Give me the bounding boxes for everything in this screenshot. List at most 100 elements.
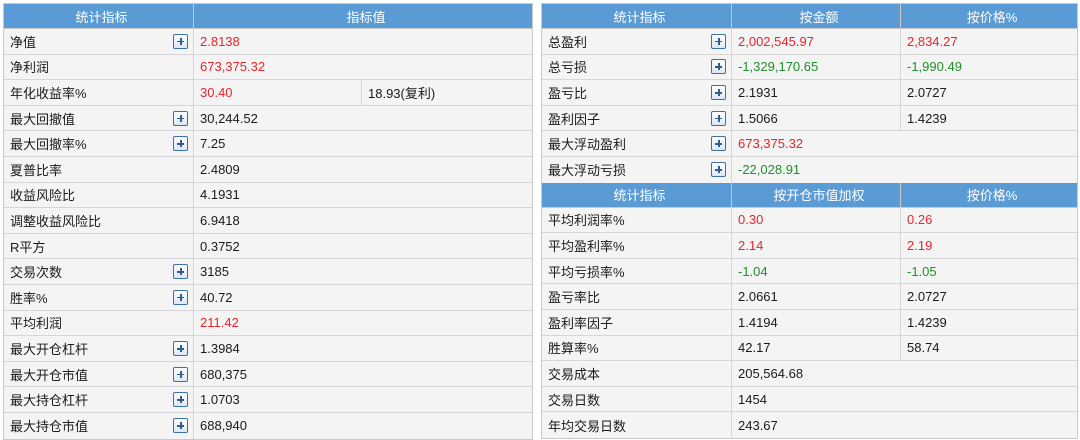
metric-label-cell: 最大开仓杠杆 (4, 336, 194, 361)
column-header-value: 指标值 (346, 9, 386, 25)
metric-label-cell: 盈利因子 (542, 105, 732, 131)
metric-label: 交易成本 (548, 366, 601, 382)
metric-label: 最大浮动亏损 (548, 163, 627, 179)
expand-plus-icon[interactable] (711, 59, 726, 75)
profit-loss-stats-table: 统计指标 按金额 按价格% 总盈利 2,002,545.97 2,834.27 总亏损… (541, 3, 1078, 439)
metric-value: 30,244.52 (200, 110, 258, 126)
metric-label: 盈利率因子 (548, 315, 614, 331)
metric-value: 6.9418 (200, 212, 240, 228)
table-row: 总亏损 -1,329,170.65 -1,990.49 (542, 54, 1077, 81)
expand-plus-icon[interactable] (173, 392, 188, 408)
metric-label-cell: 净利润 (4, 54, 194, 80)
table-row: 最大浮动亏损 -22,028.91 (542, 156, 1077, 183)
metric-value: 1.4239 (907, 110, 947, 126)
table-row: 最大持仓杠杆 1.0703 (4, 387, 532, 413)
table-row: 平均盈利率% 2.14 2.19 (542, 233, 1077, 259)
metric-value: -1,329,170.65 (732, 54, 901, 80)
table-row: 夏普比率 2.4809 (4, 156, 532, 183)
metric-value: 2.14 (732, 233, 901, 258)
metric-label-cell: 调整收益风险比 (4, 208, 194, 233)
expand-plus-icon[interactable] (173, 340, 188, 356)
expand-plus-icon[interactable] (173, 110, 188, 126)
column-header-weighted: 按开仓市值加权 (732, 182, 901, 207)
metric-label-cell: 总盈利 (542, 29, 732, 54)
table-row: 盈亏比 2.1931 2.0727 (542, 80, 1077, 106)
expand-plus-icon[interactable] (711, 162, 726, 178)
metric-value: 1454 (738, 391, 767, 407)
metric-value: 40.72 (200, 289, 233, 305)
metric-label: 年化收益率% (10, 85, 87, 101)
expand-plus-icon[interactable] (173, 289, 188, 305)
metric-value: -1.05 (907, 263, 937, 279)
metric-label: 平均亏损率% (548, 264, 625, 280)
expand-plus-icon[interactable] (711, 110, 726, 126)
expand-plus-icon[interactable] (711, 136, 726, 152)
metric-label: 胜率% (10, 290, 48, 306)
metric-value: -1.04 (732, 258, 901, 284)
metric-label: 净利润 (10, 60, 50, 76)
metric-value: 0.3752 (200, 238, 240, 254)
metric-label: 总亏损 (548, 60, 588, 76)
metric-label-cell: 胜算率% (542, 335, 732, 361)
column-header-by-price: 按价格% (966, 188, 1018, 204)
column-header-metric: 统计指标 (4, 4, 194, 28)
metric-label-cell: 收益风险比 (4, 182, 194, 208)
table-row: 净利润 673,375.32 (4, 54, 532, 81)
metric-value: 688,940 (200, 418, 247, 434)
metric-value: -1,990.49 (907, 59, 962, 75)
metric-value: 3185 (200, 264, 229, 280)
expand-plus-icon[interactable] (711, 33, 726, 49)
metric-value: 30.40 (194, 80, 362, 105)
metric-label-cell: 最大浮动盈利 (542, 131, 732, 156)
metric-value: 2.8138 (200, 33, 240, 49)
metric-label: 最大持仓市值 (10, 419, 89, 435)
metric-label-cell: 盈亏比 (542, 80, 732, 105)
metric-label: 最大回撤值 (10, 111, 76, 127)
expand-plus-icon[interactable] (173, 136, 188, 152)
table-row: 平均利润率% 0.30 0.26 (542, 207, 1077, 234)
metric-label-cell: R平方 (4, 233, 194, 259)
table-row: 收益风险比 4.1931 (4, 182, 532, 209)
metric-value: 2.19 (907, 237, 933, 253)
expand-plus-icon[interactable] (173, 418, 188, 434)
metric-label-cell: 最大回撤值 (4, 105, 194, 131)
metric-value-compound: 18.93(复利) (368, 85, 436, 101)
metric-value: 673,375.32 (738, 136, 804, 152)
metric-value: 58.74 (907, 340, 940, 356)
table-row: 最大回撤值 30,244.52 (4, 105, 532, 132)
metric-label-cell: 平均盈利率% (542, 233, 732, 258)
table-row: 交易次数 3185 (4, 259, 532, 285)
expand-plus-icon[interactable] (711, 84, 726, 100)
table-row: 盈亏率比 2.0661 2.0727 (542, 284, 1077, 310)
table-row: 最大回撤率% 7.25 (4, 131, 532, 157)
metric-label-cell: 交易成本 (542, 361, 732, 386)
table-row: 胜算率% 42.17 58.74 (542, 335, 1077, 362)
expand-plus-icon[interactable] (173, 33, 188, 49)
table-row: 年化收益率% 30.40 18.93(复利) (4, 80, 532, 106)
expand-plus-icon[interactable] (173, 366, 188, 382)
metric-label: 最大开仓市值 (10, 367, 89, 383)
metric-label: 夏普比率 (10, 162, 63, 178)
metric-label-cell: 最大持仓杠杆 (4, 387, 194, 412)
column-header-by-price: 按价格% (966, 9, 1018, 25)
table-header: 统计指标 按金额 按价格% (542, 4, 1077, 29)
metric-value: 680,375 (200, 366, 247, 382)
metric-label-cell: 平均亏损率% (542, 258, 732, 284)
metric-label-cell: 夏普比率 (4, 156, 194, 182)
table-row: 最大浮动盈利 673,375.32 (542, 131, 1077, 157)
metric-label: 胜算率% (548, 341, 599, 357)
metric-label-cell: 最大浮动亏损 (542, 156, 732, 183)
table-row: 最大开仓杠杆 1.3984 (4, 336, 532, 362)
metric-label-cell: 年均交易日数 (542, 412, 732, 438)
metric-label: 平均利润 (10, 316, 63, 332)
table-row: R平方 0.3752 (4, 233, 532, 260)
metric-label: 收益风险比 (10, 188, 76, 204)
table-row: 调整收益风险比 6.9418 (4, 208, 532, 234)
expand-plus-icon[interactable] (173, 264, 188, 280)
metric-label: 交易日数 (548, 392, 601, 408)
metric-label: 盈亏率比 (548, 290, 601, 306)
table-row: 交易日数 1454 (542, 386, 1077, 413)
column-header-metric: 统计指标 (542, 4, 732, 28)
metric-value: 2,834.27 (907, 33, 958, 49)
metric-label-cell: 总亏损 (542, 54, 732, 80)
